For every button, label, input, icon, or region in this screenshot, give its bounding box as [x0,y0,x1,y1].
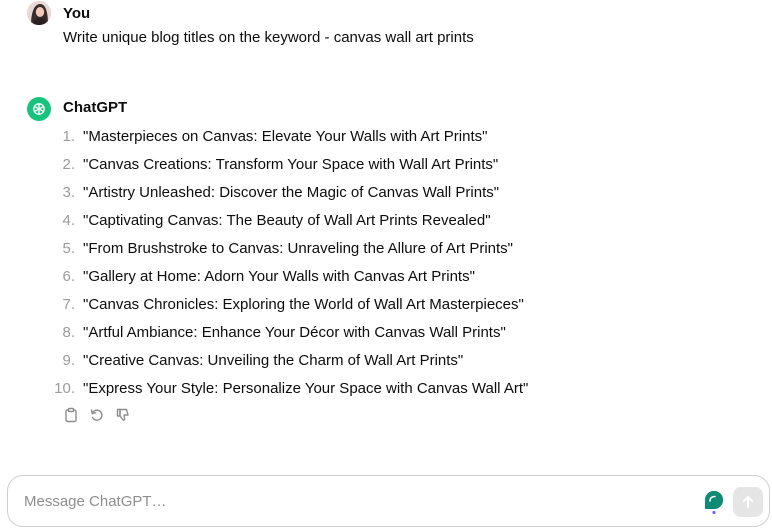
blog-titles-list: 1. "Masterpieces on Canvas: Elevate Your … [50,122,528,402]
list-number: 2. [62,155,75,173]
send-button[interactable] [733,487,763,517]
message-composer [7,475,770,527]
chatgpt-logo-icon [27,97,51,121]
list-item: 3. "Artistry Unleashed: Discover the Magi… [50,178,528,206]
list-item: 10. "Express Your Style: Personalize Your… [50,374,528,402]
user-avatar [27,1,51,25]
chat-page: You Write unique blog titles on the keyw… [0,0,772,528]
regenerate-button[interactable] [88,406,106,424]
list-item-text: "Masterpieces on Canvas: Elevate Your Wa… [83,127,488,145]
list-item: 6. "Gallery at Home: Adorn Your Walls wit… [50,262,528,290]
list-item-text: "Captivating Canvas: The Beauty of Wall … [83,211,491,229]
message-actions [62,406,132,424]
list-item: 4. "Captivating Canvas: The Beauty of Wal… [50,206,528,234]
list-item: 9. "Creative Canvas: Unveiling the Charm … [50,346,528,374]
list-item: 8. "Artful Ambiance: Enhance Your Décor w… [50,318,528,346]
list-item-text: "Gallery at Home: Adorn Your Walls with … [83,267,475,285]
list-item-text: "Canvas Creations: Transform Your Space … [83,155,499,173]
list-number: 4. [62,211,75,229]
list-number: 9. [62,351,75,369]
regenerate-icon [90,409,103,421]
list-number: 7. [62,295,75,313]
list-item: 1. "Masterpieces on Canvas: Elevate Your … [50,122,528,150]
thumbs-down-icon [116,408,129,421]
thumbs-down-button[interactable] [114,406,132,424]
list-number: 8. [62,323,75,341]
user-message-text: Write unique blog titles on the keyword … [63,29,474,46]
message-input[interactable] [24,490,684,512]
list-number: 3. [62,183,75,201]
list-item: 5. "From Brushstroke to Canvas: Unravelin… [50,234,528,262]
copy-button[interactable] [62,406,80,424]
list-number: 1. [62,127,75,145]
list-number: 10. [54,379,75,397]
list-item-text: "Artful Ambiance: Enhance Your Décor wit… [83,323,506,341]
list-number: 6. [62,267,75,285]
list-item-text: "Artistry Unleashed: Discover the Magic … [83,183,500,201]
list-item-text: "Canvas Chronicles: Exploring the World … [83,295,524,313]
arrow-up-icon [742,496,754,508]
user-author-name: You [63,5,91,22]
grammar-assistant-icon[interactable] [703,490,725,515]
clipboard-icon [65,407,77,423]
list-item-text: "Express Your Style: Personalize Your Sp… [83,379,529,397]
list-item-text: "From Brushstroke to Canvas: Unraveling … [83,239,513,257]
list-number: 5. [62,239,75,257]
list-item: 7. "Canvas Chronicles: Exploring the Worl… [50,290,528,318]
list-item: 2. "Canvas Creations: Transform Your Spac… [50,150,528,178]
list-item-text: "Creative Canvas: Unveiling the Charm of… [83,351,464,369]
assistant-author-name: ChatGPT [63,99,128,116]
